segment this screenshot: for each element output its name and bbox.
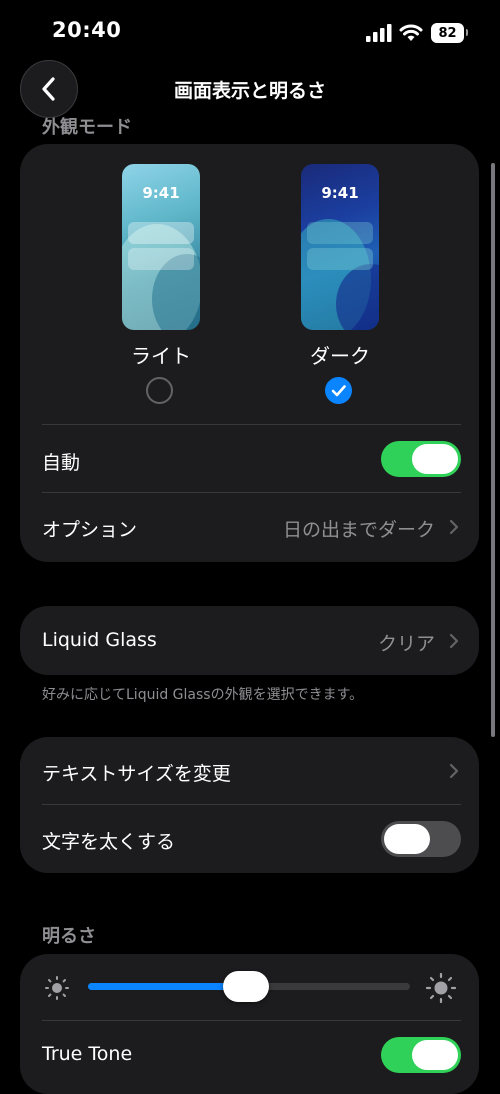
light-mode-preview[interactable]: 9:41 xyxy=(122,164,200,330)
light-preview-widget xyxy=(128,222,194,244)
battery-indicator: 82 xyxy=(431,23,468,43)
bold-text-label: 文字を太くする xyxy=(42,831,176,853)
appearance-card: 9:41 9:41 ライト ダーク 自動 オプション 日の出までダーク xyxy=(20,144,479,562)
light-mode-label: ライト xyxy=(131,344,191,368)
sun-large-icon xyxy=(425,972,457,1004)
true-tone-label: True Tone xyxy=(42,1043,133,1065)
text-size-row[interactable]: テキストサイズを変更 xyxy=(20,737,479,804)
dark-preview-widget xyxy=(307,222,373,244)
dark-preview-widget xyxy=(307,248,373,270)
brightness-section-title: 明るさ xyxy=(42,926,96,947)
dark-preview-time: 9:41 xyxy=(321,184,359,202)
divider xyxy=(42,804,461,805)
options-row[interactable]: オプション 日の出までダーク xyxy=(20,493,479,562)
text-size-label: テキストサイズを変更 xyxy=(42,763,231,785)
text-settings-card: テキストサイズを変更 文字を太くする xyxy=(20,737,479,873)
liquid-glass-footnote: 好みに応じてLiquid Glassの外観を選択できます。 xyxy=(42,687,364,703)
light-preview-widget xyxy=(128,248,194,270)
divider xyxy=(42,1020,461,1021)
divider xyxy=(42,424,461,425)
scrollbar[interactable] xyxy=(491,163,495,737)
chevron-right-icon xyxy=(449,519,459,535)
sun-small-icon xyxy=(45,976,69,1000)
checkmark-icon xyxy=(331,385,346,397)
chevron-right-icon xyxy=(449,763,459,779)
cellular-signal-icon xyxy=(366,24,392,42)
auto-toggle[interactable] xyxy=(381,441,461,477)
auto-label: 自動 xyxy=(42,452,81,474)
liquid-glass-value: クリア xyxy=(377,633,435,655)
light-mode-radio[interactable] xyxy=(146,377,173,404)
dark-mode-label: ダーク xyxy=(310,344,370,368)
brightness-card: True Tone xyxy=(20,954,479,1094)
dark-mode-radio[interactable] xyxy=(325,377,352,404)
options-label: オプション xyxy=(42,519,138,541)
wifi-icon xyxy=(399,24,423,41)
brightness-slider[interactable] xyxy=(88,971,410,1002)
brightness-slider-thumb[interactable] xyxy=(222,971,269,1002)
liquid-glass-row[interactable]: Liquid Glass クリア xyxy=(20,606,479,675)
true-tone-toggle[interactable] xyxy=(381,1037,461,1073)
bold-text-toggle[interactable] xyxy=(381,821,461,857)
light-preview-time: 9:41 xyxy=(142,184,180,202)
status-time: 20:40 xyxy=(52,18,122,42)
liquid-glass-label: Liquid Glass xyxy=(42,629,157,651)
dark-mode-preview[interactable]: 9:41 xyxy=(301,164,379,330)
options-value: 日の出までダーク xyxy=(282,519,435,541)
chevron-right-icon xyxy=(449,633,459,649)
page-title: 画面表示と明るさ xyxy=(173,80,326,102)
